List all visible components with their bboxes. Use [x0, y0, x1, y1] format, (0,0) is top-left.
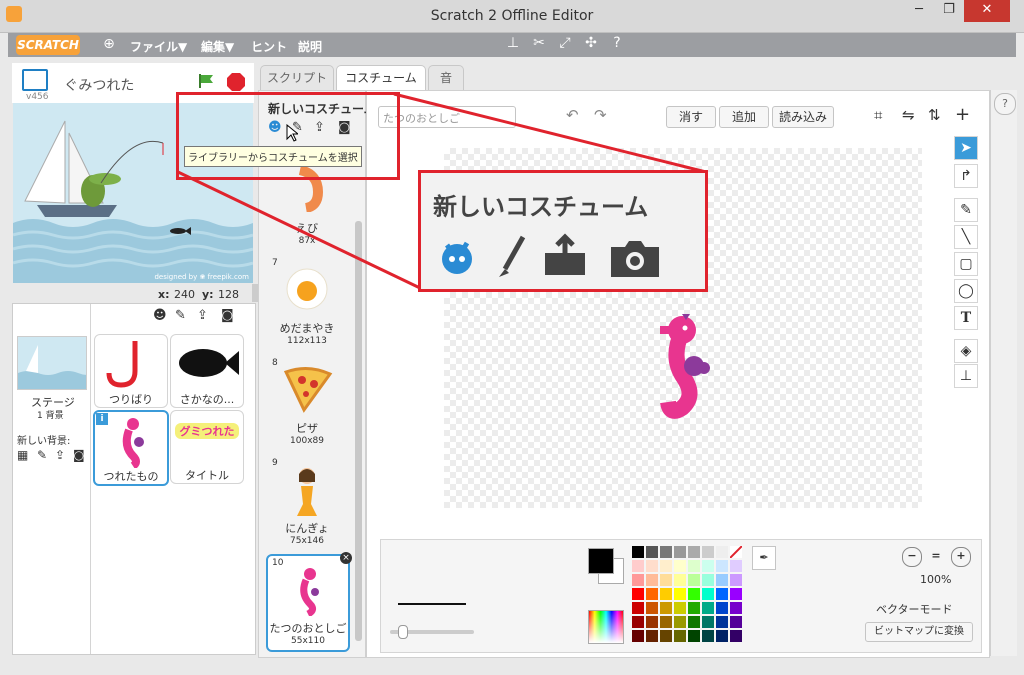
- callout-library-icon: [442, 241, 472, 274]
- callout-camera-icon: [611, 241, 659, 277]
- callout-title: 新しいコスチューム: [433, 193, 649, 221]
- callout-lines: [177, 92, 707, 290]
- callout-upload-icon: [545, 233, 585, 275]
- callout-paint-icon: [499, 235, 526, 277]
- zoomed-callout: 新しいコスチューム: [418, 170, 708, 292]
